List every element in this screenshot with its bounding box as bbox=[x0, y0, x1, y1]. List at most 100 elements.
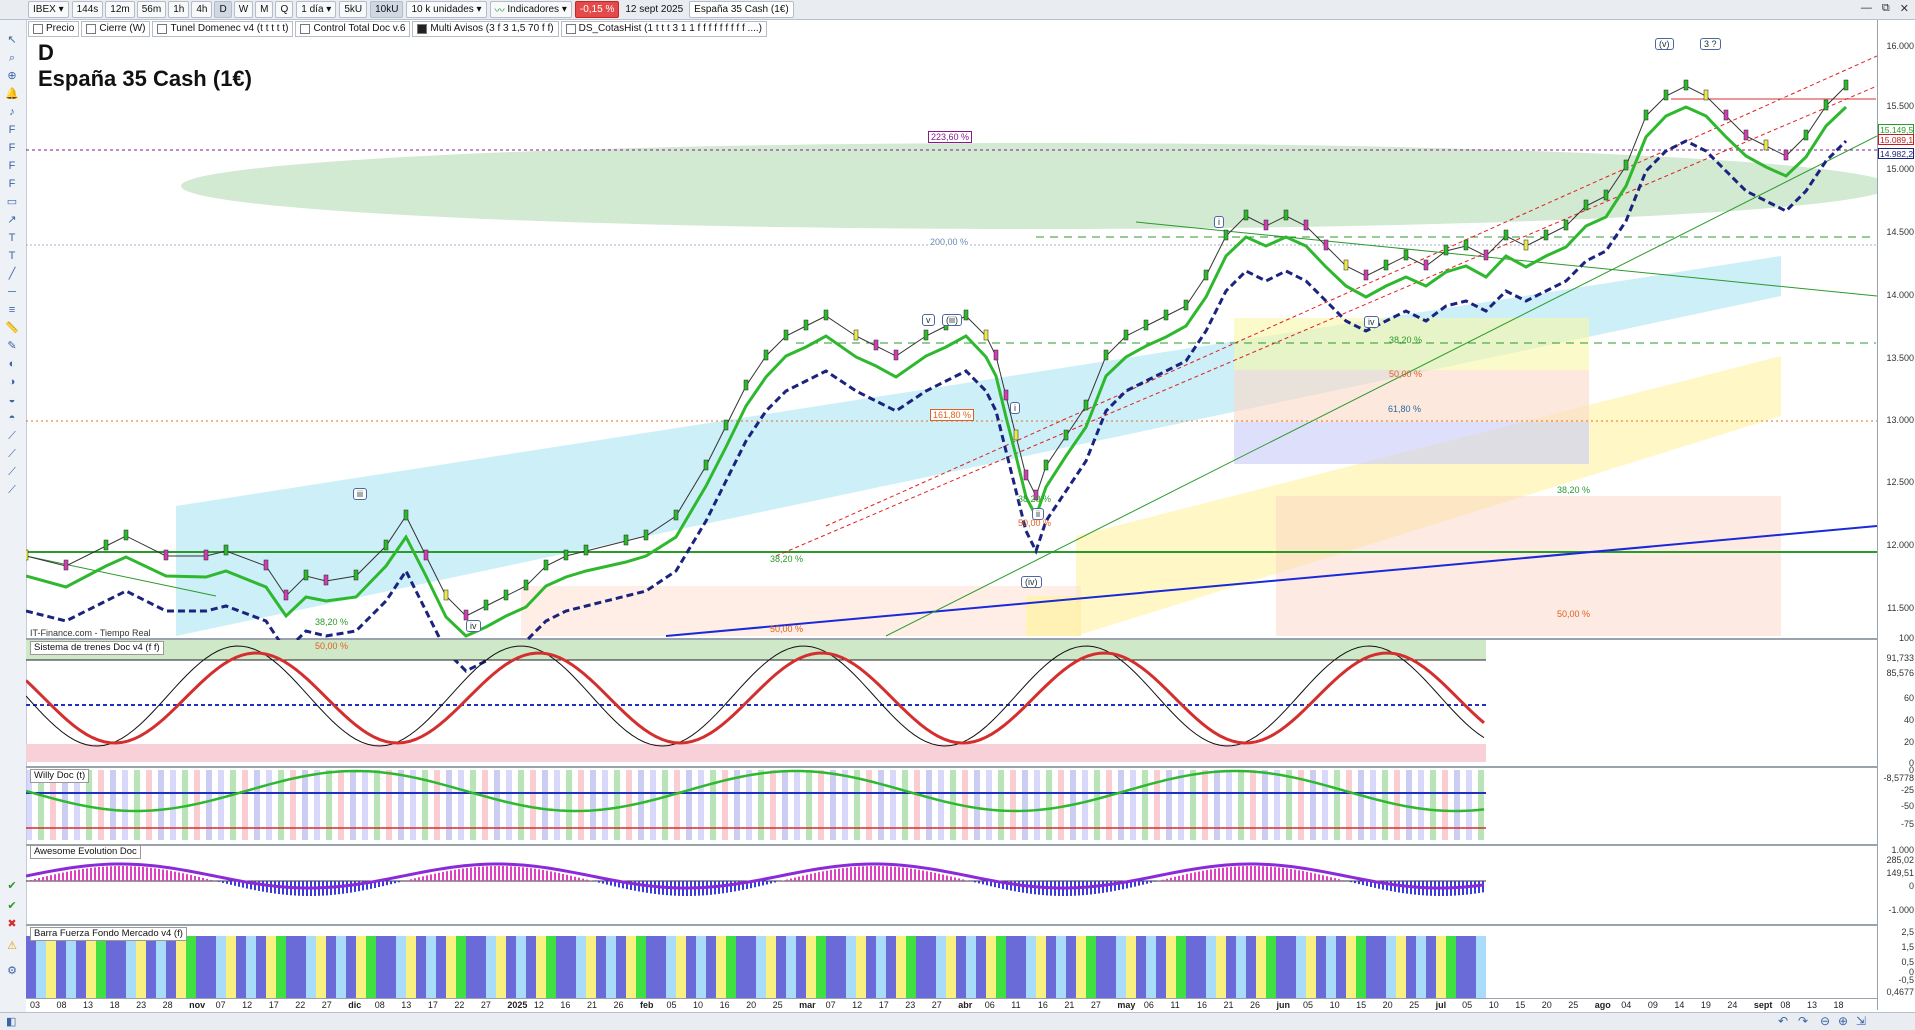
awesome-bar bbox=[578, 878, 580, 881]
chart-area[interactable] bbox=[26, 36, 1877, 998]
shape-icon[interactable]: ◐ bbox=[5, 358, 19, 370]
zoom-in-icon[interactable]: ⊕ bbox=[5, 70, 19, 82]
indicator-tunel[interactable]: Tunel Domenec v4 (t t t t t) bbox=[152, 21, 293, 37]
fib-time-icon[interactable]: F bbox=[5, 178, 19, 190]
barra-bar bbox=[1406, 936, 1416, 998]
candle bbox=[544, 560, 548, 570]
candle bbox=[1484, 250, 1488, 260]
candle bbox=[1364, 270, 1368, 280]
timeframe-button-w[interactable]: W bbox=[234, 1, 253, 18]
time-tick: 13 bbox=[401, 1000, 411, 1010]
restore-icon[interactable]: ⧉ bbox=[1882, 2, 1890, 15]
rectangle-icon[interactable]: ▭ bbox=[5, 196, 19, 208]
barra-bar bbox=[1446, 936, 1456, 998]
fib-fan-icon[interactable]: F bbox=[5, 160, 19, 172]
candle bbox=[1724, 110, 1728, 120]
undo-icon[interactable]: ↶ bbox=[1778, 1014, 1788, 1028]
indicator-precio[interactable]: Precio bbox=[28, 21, 79, 37]
ruler-icon[interactable]: 📏 bbox=[5, 322, 19, 334]
fit-icon[interactable]: ⇲ bbox=[1856, 1014, 1866, 1028]
indicator-multi-avisos[interactable]: Multi Avisos (3 f 3 1,5 70 f f) bbox=[412, 21, 558, 37]
awesome-bar bbox=[110, 866, 112, 881]
trendline3-icon[interactable]: ⟋ bbox=[5, 466, 19, 478]
price-axis[interactable]: 16.00015.50015.00014.50014.00013.50013.0… bbox=[1877, 20, 1915, 1010]
units-10k-button[interactable]: 10kU bbox=[370, 1, 403, 18]
barra-bar bbox=[1106, 936, 1116, 998]
pencil-icon[interactable]: ✎ bbox=[5, 340, 19, 352]
alert-icon[interactable]: 🔔 bbox=[5, 88, 19, 100]
awesome-bar bbox=[926, 871, 928, 881]
arrow-icon[interactable]: ↗ bbox=[5, 214, 19, 226]
shape4-icon[interactable]: ◓ bbox=[5, 412, 19, 424]
channel-icon[interactable]: ≡ bbox=[5, 304, 19, 316]
barra-bar bbox=[136, 936, 146, 998]
trendline-icon[interactable]: ⟋ bbox=[5, 430, 19, 442]
wave-label: (iv) bbox=[1021, 576, 1042, 588]
willy-bar bbox=[830, 770, 836, 840]
settings-icon[interactable]: ⚙ bbox=[5, 965, 19, 977]
text-icon[interactable]: T bbox=[5, 232, 19, 244]
hline-icon[interactable]: ─ bbox=[5, 286, 19, 298]
time-axis[interactable]: 030813182328nov0712172227dic081317222720… bbox=[26, 998, 1877, 1013]
redo-icon[interactable]: ↷ bbox=[1798, 1014, 1808, 1028]
check-icon[interactable]: ✔ bbox=[5, 880, 19, 892]
panel-willy-label[interactable]: Willy Doc (t) bbox=[30, 769, 89, 783]
barra-bar bbox=[1216, 936, 1226, 998]
willy-bar bbox=[914, 770, 920, 840]
panel-trenes-label[interactable]: Sistema de trenes Doc v4 (f f) bbox=[30, 641, 164, 655]
barra-bar bbox=[626, 936, 636, 998]
line-icon[interactable]: ╱ bbox=[5, 268, 19, 280]
panel-barra-label[interactable]: Barra Fuerza Fondo Mercado v4 (f) bbox=[30, 927, 187, 941]
cursor-icon[interactable]: ↖ bbox=[5, 34, 19, 46]
fib-zone bbox=[1234, 422, 1589, 464]
trendline2-icon[interactable]: ⟋ bbox=[5, 448, 19, 460]
delete-icon[interactable]: ✖ bbox=[5, 918, 19, 930]
zoom-in-small-icon[interactable]: ⊕ bbox=[1838, 1014, 1848, 1028]
close-icon[interactable]: ✕ bbox=[1900, 2, 1909, 15]
candle bbox=[324, 575, 328, 585]
panel-awesome-label[interactable]: Awesome Evolution Doc bbox=[30, 845, 141, 859]
barra-bar bbox=[1396, 936, 1406, 998]
timeframe-button-1h[interactable]: 1h bbox=[168, 1, 189, 18]
instrument-label: España 35 Cash (1€) bbox=[689, 1, 794, 18]
shape2-icon[interactable]: ◑ bbox=[5, 376, 19, 388]
timeframe-button-m[interactable]: M bbox=[255, 1, 273, 18]
fibonacci-icon[interactable]: F bbox=[5, 124, 19, 136]
period-selector[interactable]: 1 día ▾ bbox=[296, 1, 336, 18]
timeframe-button-d[interactable]: D bbox=[214, 1, 231, 18]
indicator-control-total[interactable]: Control Total Doc v.6 bbox=[295, 21, 410, 37]
panel-separator bbox=[26, 924, 1877, 926]
awesome-bar bbox=[162, 869, 164, 881]
willy-bar bbox=[1022, 770, 1028, 840]
minimize-icon[interactable]: — bbox=[1861, 2, 1872, 15]
timeframe-button-144s[interactable]: 144s bbox=[72, 1, 104, 18]
zoom-icon[interactable]: ⌕ bbox=[5, 52, 19, 64]
units-5k-button[interactable]: 5kU bbox=[339, 1, 367, 18]
timeframe-button-4h[interactable]: 4h bbox=[191, 1, 212, 18]
bell-icon[interactable]: ♪ bbox=[5, 106, 19, 118]
fibonacci-alt-icon[interactable]: F bbox=[5, 142, 19, 154]
awesome-bar bbox=[958, 878, 960, 881]
awesome-bar bbox=[838, 869, 840, 881]
text-box-icon[interactable]: T bbox=[5, 250, 19, 262]
warning-icon[interactable]: ⚠ bbox=[5, 940, 19, 952]
indicators-button[interactable]: 〰 Indicadores ▾ bbox=[490, 1, 572, 18]
timeframe-button-12m[interactable]: 12m bbox=[105, 1, 134, 18]
barra-bar bbox=[356, 936, 366, 998]
indicator-cierre[interactable]: Cierre (W) bbox=[81, 21, 150, 37]
symbol-selector[interactable]: IBEX ▾ bbox=[28, 1, 69, 18]
barra-bar bbox=[486, 936, 496, 998]
willy-bar bbox=[218, 770, 224, 840]
trendline4-icon[interactable]: ⟋ bbox=[5, 484, 19, 496]
willy-bar bbox=[1142, 770, 1148, 840]
candle bbox=[1014, 430, 1018, 440]
check2-icon[interactable]: ✔ bbox=[5, 900, 19, 912]
zoom-out-icon[interactable]: ⊖ bbox=[1820, 1014, 1830, 1028]
checkbox-icon bbox=[417, 24, 427, 34]
candle bbox=[1004, 390, 1008, 400]
units-selector[interactable]: 10 k unidades ▾ bbox=[406, 1, 486, 18]
indicator-cotashist[interactable]: DS_CotasHist (1 t t t 3 1 1 f f f f f f … bbox=[561, 21, 767, 37]
timeframe-button-q[interactable]: Q bbox=[275, 1, 293, 18]
timeframe-button-56m[interactable]: 56m bbox=[137, 1, 166, 18]
shape3-icon[interactable]: ◒ bbox=[5, 394, 19, 406]
